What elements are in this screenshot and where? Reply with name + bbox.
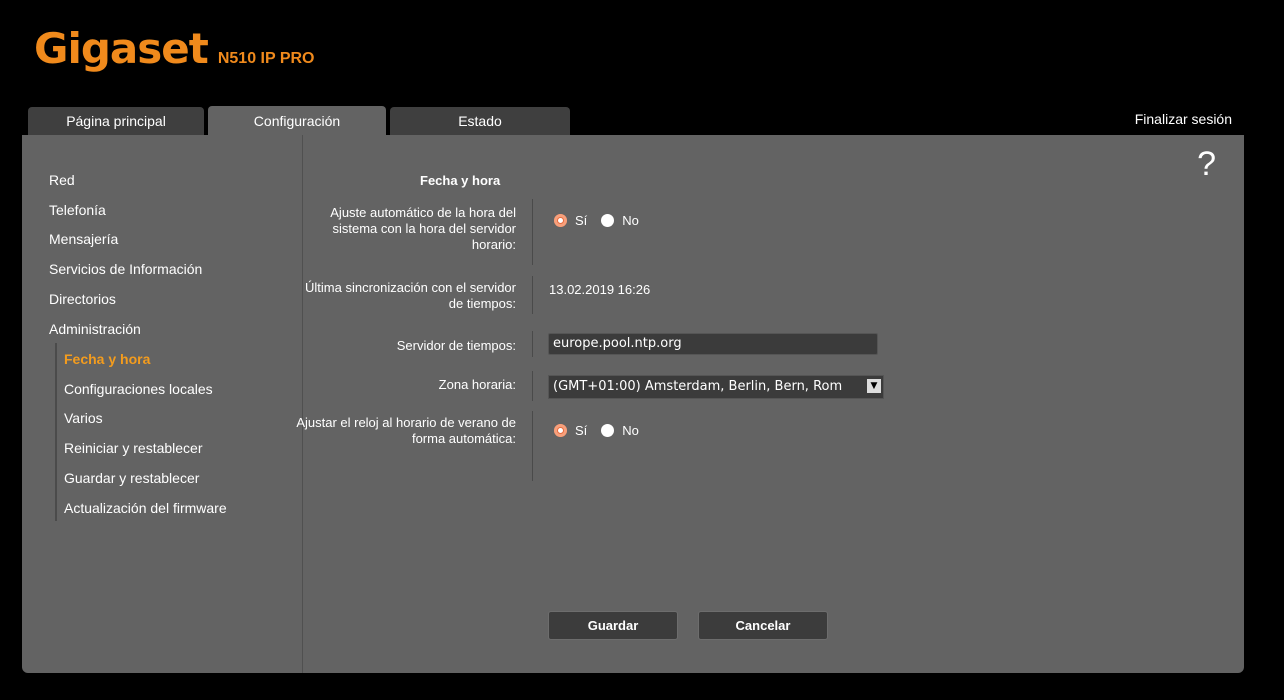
divider xyxy=(532,199,533,265)
time-server-label: Servidor de tiempos: xyxy=(396,338,516,353)
brand-name: Gigaset xyxy=(34,24,209,73)
divider xyxy=(532,371,533,401)
divider xyxy=(532,411,533,481)
sidebar-item-messaging[interactable]: Mensajería xyxy=(49,231,118,247)
timezone-value: (GMT+01:00) Amsterdam, Berlin, Bern, Rom xyxy=(553,379,843,394)
chevron-down-icon[interactable]: ▼ xyxy=(867,379,881,393)
sidebar-item-info-services[interactable]: Servicios de Información xyxy=(49,261,202,277)
divider xyxy=(532,276,533,314)
time-server-input[interactable]: europe.pool.ntp.org xyxy=(548,333,878,355)
tab-status[interactable]: Estado xyxy=(390,107,570,135)
section-title: Fecha y hora xyxy=(420,173,501,188)
sidebar-subitem-save-restore[interactable]: Guardar y restablecer xyxy=(64,470,199,486)
sidebar: Red Telefonía Mensajería Servicios de In… xyxy=(22,135,303,673)
last-sync-value: 13.02.2019 16:26 xyxy=(549,282,651,297)
dst-yes-label: Sí xyxy=(575,423,588,438)
cancel-button[interactable]: Cancelar xyxy=(698,611,828,640)
sidebar-subitem-reboot-reset[interactable]: Reiniciar y restablecer xyxy=(64,440,203,456)
sidebar-subitem-local-settings[interactable]: Configuraciones locales xyxy=(64,381,213,397)
sidebar-item-network[interactable]: Red xyxy=(49,172,75,188)
divider xyxy=(532,331,533,357)
auto-time-no-label: No xyxy=(622,213,639,228)
auto-time-yes-radio[interactable] xyxy=(554,214,567,227)
sidebar-item-administration[interactable]: Administración xyxy=(49,321,141,337)
sidebar-subitem-firmware-update[interactable]: Actualización del firmware xyxy=(64,500,227,516)
auto-time-radio-group: Sí No xyxy=(554,213,653,228)
save-button[interactable]: Guardar xyxy=(548,611,678,640)
dst-no-label: No xyxy=(622,423,639,438)
tab-settings[interactable]: Configuración xyxy=(208,106,386,135)
tab-home[interactable]: Página principal xyxy=(28,107,204,135)
timezone-label: Zona horaria: xyxy=(438,377,516,392)
sidebar-item-telephony[interactable]: Telefonía xyxy=(49,202,106,218)
auto-time-label: Ajuste automático de la hora del sistema… xyxy=(330,205,516,252)
help-icon[interactable]: ? xyxy=(1197,147,1216,181)
sidebar-item-directories[interactable]: Directorios xyxy=(49,291,116,307)
auto-time-no-radio[interactable] xyxy=(601,214,615,227)
last-sync-label: Última sincronización con el servidor de… xyxy=(305,280,516,311)
dst-no-radio[interactable] xyxy=(601,424,615,437)
dst-label: Ajustar el reloj al horario de verano de… xyxy=(296,415,516,446)
sidebar-subitem-misc[interactable]: Varios xyxy=(64,410,103,426)
timezone-select[interactable]: (GMT+01:00) Amsterdam, Berlin, Bern, Rom… xyxy=(548,375,884,399)
brand-model: N510 IP PRO xyxy=(217,50,315,67)
logout-link[interactable]: Finalizar sesión xyxy=(1135,111,1232,127)
auto-time-yes-label: Sí xyxy=(575,213,588,228)
sidebar-subitem-date-time[interactable]: Fecha y hora xyxy=(64,351,150,367)
main-panel: ? Red Telefonía Mensajería Servicios de … xyxy=(22,135,1244,673)
logo: Gigaset N510 IP PRO xyxy=(34,28,314,70)
dst-radio-group: Sí No xyxy=(554,423,653,438)
submenu-line xyxy=(55,343,57,521)
dst-yes-radio[interactable] xyxy=(554,424,567,437)
